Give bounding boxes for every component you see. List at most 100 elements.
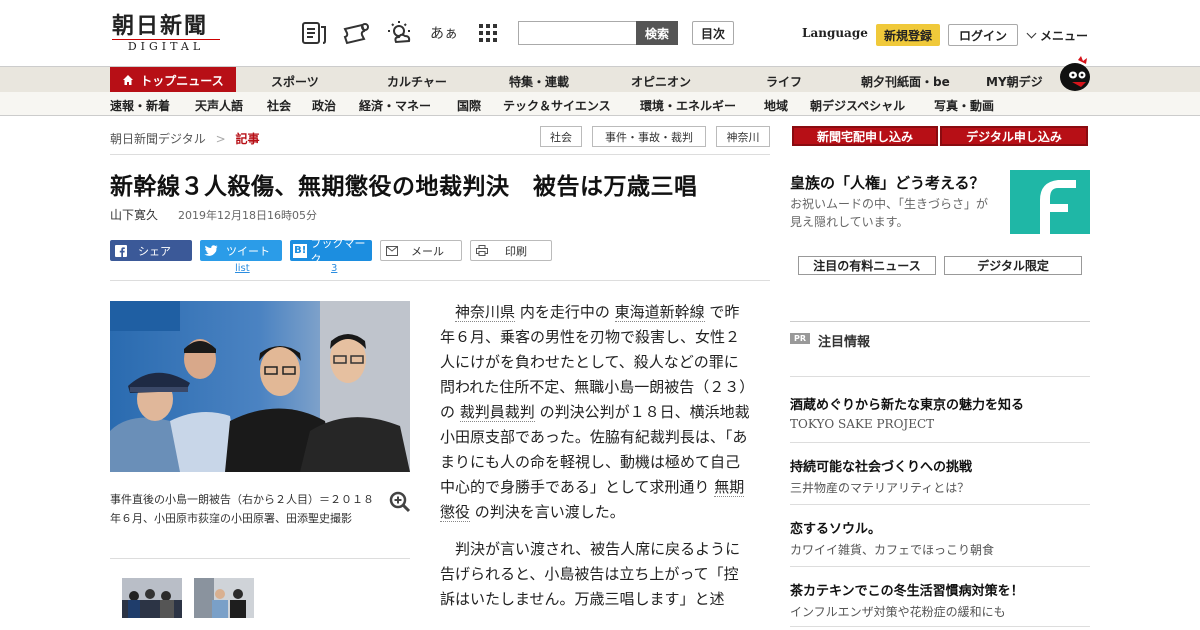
tag-kanagawa[interactable]: 神奈川 (716, 126, 770, 147)
nav2-item-tenseijingo[interactable]: 天声人語 (195, 97, 243, 114)
nav2-item-international[interactable]: 国際 (457, 97, 481, 114)
facebook-icon (110, 240, 132, 261)
photo-caption: 事件直後の小島一朗被告（右から２人目）＝２０１８年６月、小田原市荻窪の小田原署、… (110, 493, 374, 525)
newspaper-subscribe-button[interactable]: 新聞宅配申し込み (792, 126, 938, 146)
text-run: の判決を言い渡した。 (474, 503, 625, 521)
digital-subscribe-button[interactable]: デジタル申し込み (940, 126, 1088, 146)
nav2-item-economy[interactable]: 経済・マネー (359, 97, 431, 114)
article-paragraph: 判決が言い渡され、被告人席に戻るように告げられると、小島被告は立ち上がって「控訴… (440, 537, 750, 612)
nav2-item-region[interactable]: 地域 (764, 97, 788, 114)
pr-item-sponsor: 三井物産のマテリアリティとは？ (790, 481, 970, 495)
twitter-icon (200, 240, 222, 261)
print-button[interactable]: 印刷 (470, 240, 552, 261)
font-size-icon[interactable]: あぁ (430, 20, 458, 46)
printer-icon (471, 241, 493, 260)
weather-icon[interactable] (386, 20, 414, 46)
text-run: 判決が言い渡され、被告人席に戻るように告げられると、小島被告は立ち上がって「控訴… (440, 540, 741, 608)
mail-icon (381, 241, 403, 260)
feature-description: お祝いムードの中、「生きづらさ」が見え隠れしています。 (790, 197, 989, 229)
facebook-share-label: シェア (138, 244, 171, 258)
nav2-item-breaking[interactable]: 速報・新着 (110, 97, 170, 114)
pr-item-title[interactable]: 茶カテキンでこの冬生活習慣病対策を！ (790, 580, 1024, 599)
text-run: 内を走行中の (519, 303, 610, 321)
link-tokaido-shinkansen[interactable]: 東海道新幹線 (614, 303, 705, 322)
divider (790, 321, 1090, 322)
pr-badge: PR (790, 333, 810, 344)
pr-item-sponsor: TOKYO SAKE PROJECT (790, 417, 935, 431)
divider (790, 566, 1090, 567)
pr-section-title: 注目情報 (818, 335, 871, 350)
hatena-share-label: ブックマーク (310, 236, 366, 266)
nav2-item-politics[interactable]: 政治 (312, 97, 336, 114)
print-label: 印刷 (505, 244, 527, 258)
article-date: 2019年12月18日16時05分 (178, 209, 317, 222)
search-button[interactable]: 検索 (636, 21, 678, 45)
grid-icon[interactable] (474, 20, 502, 46)
nav-item-life[interactable]: ライフ (766, 73, 802, 90)
ticket-icon[interactable] (342, 20, 370, 46)
tab-paid-news[interactable]: 注目の有料ニュース (798, 256, 936, 275)
nav2-item-society[interactable]: 社会 (267, 97, 291, 114)
feature-thumbnail[interactable] (1010, 170, 1090, 234)
divider (110, 280, 770, 281)
home-icon (123, 75, 134, 85)
pr-item-title[interactable]: 恋するソウル。 (790, 518, 881, 537)
hatena-bookmark-button[interactable]: B! ブックマーク (290, 237, 372, 266)
facebook-share-button[interactable]: シェア (110, 240, 192, 261)
breadcrumb-home[interactable]: 朝日新聞デジタル (110, 132, 206, 146)
signup-button[interactable]: 新規登録 (876, 24, 940, 46)
menu-button[interactable]: メニュー (1026, 27, 1089, 44)
divider (790, 376, 1090, 377)
pr-item-title[interactable]: 持続可能な社会づくりへの挑戦 (790, 456, 972, 475)
divider (790, 442, 1090, 443)
pr-item-sponsor: インフルエンザ対策や花粉症の緩和にも (790, 605, 1006, 619)
article-photo[interactable] (110, 301, 410, 472)
nav2-item-photo-video[interactable]: 写真・動画 (934, 97, 994, 114)
twitter-count[interactable]: list (235, 263, 250, 274)
primary-nav: トップニュース スポーツ カルチャー 特集・連載 オピニオン ライフ 朝夕刊紙面… (0, 66, 1200, 93)
mail-share-button[interactable]: メール (380, 240, 462, 261)
hatena-count[interactable]: 3 (331, 263, 337, 274)
feature-title[interactable]: 皇族の「人権」どう考える？ (790, 172, 985, 193)
mascot-icon[interactable] (1056, 56, 1092, 92)
nav-item-label: トップニュース (140, 73, 224, 88)
nav-item-top-news[interactable]: トップニュース (110, 67, 236, 93)
article-body: 神奈川県 内を走行中の 東海道新幹線 で昨年６月、乗客の男性を刃物で殺害し、女性… (440, 300, 750, 624)
nav-item-sports[interactable]: スポーツ (271, 73, 319, 90)
twitter-share-label: ツイート (226, 244, 270, 258)
logo-main: 朝日新聞 (112, 13, 209, 39)
breadcrumb-current: 記事 (235, 132, 260, 146)
pr-item-title[interactable]: 酒蔵めぐりから新たな東京の魅力を知る (790, 394, 1024, 413)
tag-society[interactable]: 社会 (540, 126, 582, 147)
tag-incidents[interactable]: 事件・事故・裁判 (592, 126, 706, 147)
breadcrumb: 朝日新聞デジタル > 記事 (110, 130, 260, 147)
nav2-item-special[interactable]: 朝デジスペシャル (810, 97, 905, 114)
photo-thumbnail[interactable] (194, 578, 254, 618)
pr-item-sponsor: カワイイ雑貨、カフェでほっこり朝食 (790, 543, 995, 557)
toc-button[interactable]: 目次 (692, 21, 734, 45)
nav-item-features[interactable]: 特集・連載 (509, 73, 569, 90)
photo-thumbnail[interactable] (122, 578, 182, 618)
nav-item-culture[interactable]: カルチャー (387, 73, 447, 90)
link-saibanin[interactable]: 裁判員裁判 (459, 403, 535, 422)
site-logo[interactable]: 朝日新聞 DIGITAL (112, 14, 232, 54)
nav-item-opinion[interactable]: オピニオン (631, 73, 691, 90)
secondary-nav: 速報・新着 天声人語 社会 政治 経済・マネー 国際 テック＆サイエンス 環境・… (0, 92, 1200, 116)
nav2-item-environment[interactable]: 環境・エネルギー (640, 97, 736, 114)
nav-item-paper[interactable]: 朝夕刊紙面・be (861, 73, 950, 90)
divider (110, 154, 770, 155)
tab-digital-only[interactable]: デジタル限定 (944, 256, 1082, 275)
nav-item-my-asahi[interactable]: MY朝デジ (986, 73, 1043, 90)
zoom-icon[interactable] (388, 490, 412, 514)
language-link[interactable]: Language (802, 26, 868, 40)
divider (110, 558, 410, 559)
login-button[interactable]: ログイン (948, 24, 1018, 46)
link-kanagawa[interactable]: 神奈川県 (455, 303, 516, 322)
newspaper-icon[interactable] (300, 20, 328, 46)
menu-label: メニュー (1040, 29, 1089, 43)
divider (790, 504, 1090, 505)
nav2-item-tech[interactable]: テック＆サイエンス (503, 97, 611, 114)
twitter-share-button[interactable]: ツイート (200, 240, 282, 261)
article-author: 山下寛久 (110, 208, 159, 222)
search-input[interactable] (518, 21, 636, 45)
